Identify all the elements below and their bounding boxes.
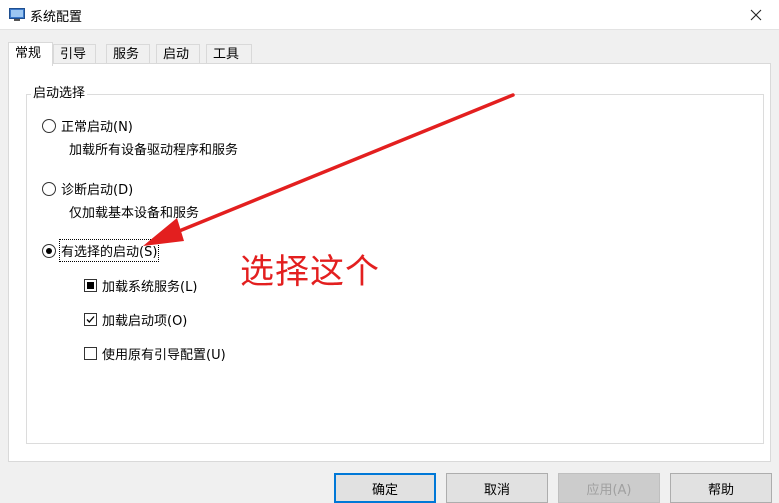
- load-system-services-checkbox[interactable]: 加载系统服务(L): [84, 276, 197, 295]
- radio-button[interactable]: [42, 181, 56, 196]
- cancel-button[interactable]: 取消: [446, 473, 548, 503]
- use-original-boot-config-checkbox[interactable]: 使用原有引导配置(U): [84, 344, 226, 363]
- checkbox-indeterminate[interactable]: [84, 279, 97, 292]
- group-title: 启动选择: [31, 86, 88, 102]
- load-startup-items-checkbox[interactable]: 加载启动项(O): [84, 310, 187, 329]
- general-tab-panel: 启动选择 正常启动(N) 加载所有设备驱动程序和服务 诊断启动(D) 仅加载基本…: [8, 63, 771, 462]
- tab-tools[interactable]: 工具: [206, 44, 252, 65]
- apply-button[interactable]: 应用(A): [558, 473, 660, 503]
- tab-general[interactable]: 常规: [8, 42, 53, 66]
- selective-startup-radio[interactable]: 有选择的启动(S): [42, 239, 160, 262]
- selective-startup-label: 有选择的启动(S): [58, 239, 160, 262]
- tab-startup[interactable]: 启动: [156, 44, 200, 65]
- radio-button-selected[interactable]: [42, 243, 56, 258]
- checkbox-unchecked[interactable]: [84, 347, 97, 360]
- ok-button[interactable]: 确定: [334, 473, 436, 503]
- diagnostic-startup-label: 诊断启动(D): [61, 183, 134, 198]
- load-startup-items-label: 加载启动项(O): [102, 314, 188, 329]
- help-button[interactable]: 帮助: [670, 473, 772, 503]
- annotation-text: 选择这个: [240, 252, 380, 292]
- normal-startup-description: 加载所有设备驱动程序和服务: [69, 143, 239, 158]
- system-config-icon: [9, 8, 25, 21]
- normal-startup-radio[interactable]: 正常启动(N): [42, 116, 133, 135]
- normal-startup-label: 正常启动(N): [61, 120, 133, 135]
- tab-boot[interactable]: 引导: [53, 44, 96, 65]
- close-button[interactable]: [733, 0, 779, 30]
- diagnostic-startup-description: 仅加载基本设备和服务: [69, 206, 200, 221]
- use-original-boot-config-label: 使用原有引导配置(U): [102, 348, 226, 363]
- checkmark-icon: [86, 316, 95, 323]
- close-icon: [750, 9, 762, 21]
- load-system-services-label: 加载系统服务(L): [102, 280, 198, 295]
- tab-services[interactable]: 服务: [106, 44, 150, 65]
- title-bar: 系统配置: [0, 0, 779, 30]
- checkbox-checked[interactable]: [84, 313, 97, 326]
- radio-button[interactable]: [42, 118, 56, 133]
- window-title: 系统配置: [30, 10, 83, 25]
- diagnostic-startup-radio[interactable]: 诊断启动(D): [42, 179, 133, 198]
